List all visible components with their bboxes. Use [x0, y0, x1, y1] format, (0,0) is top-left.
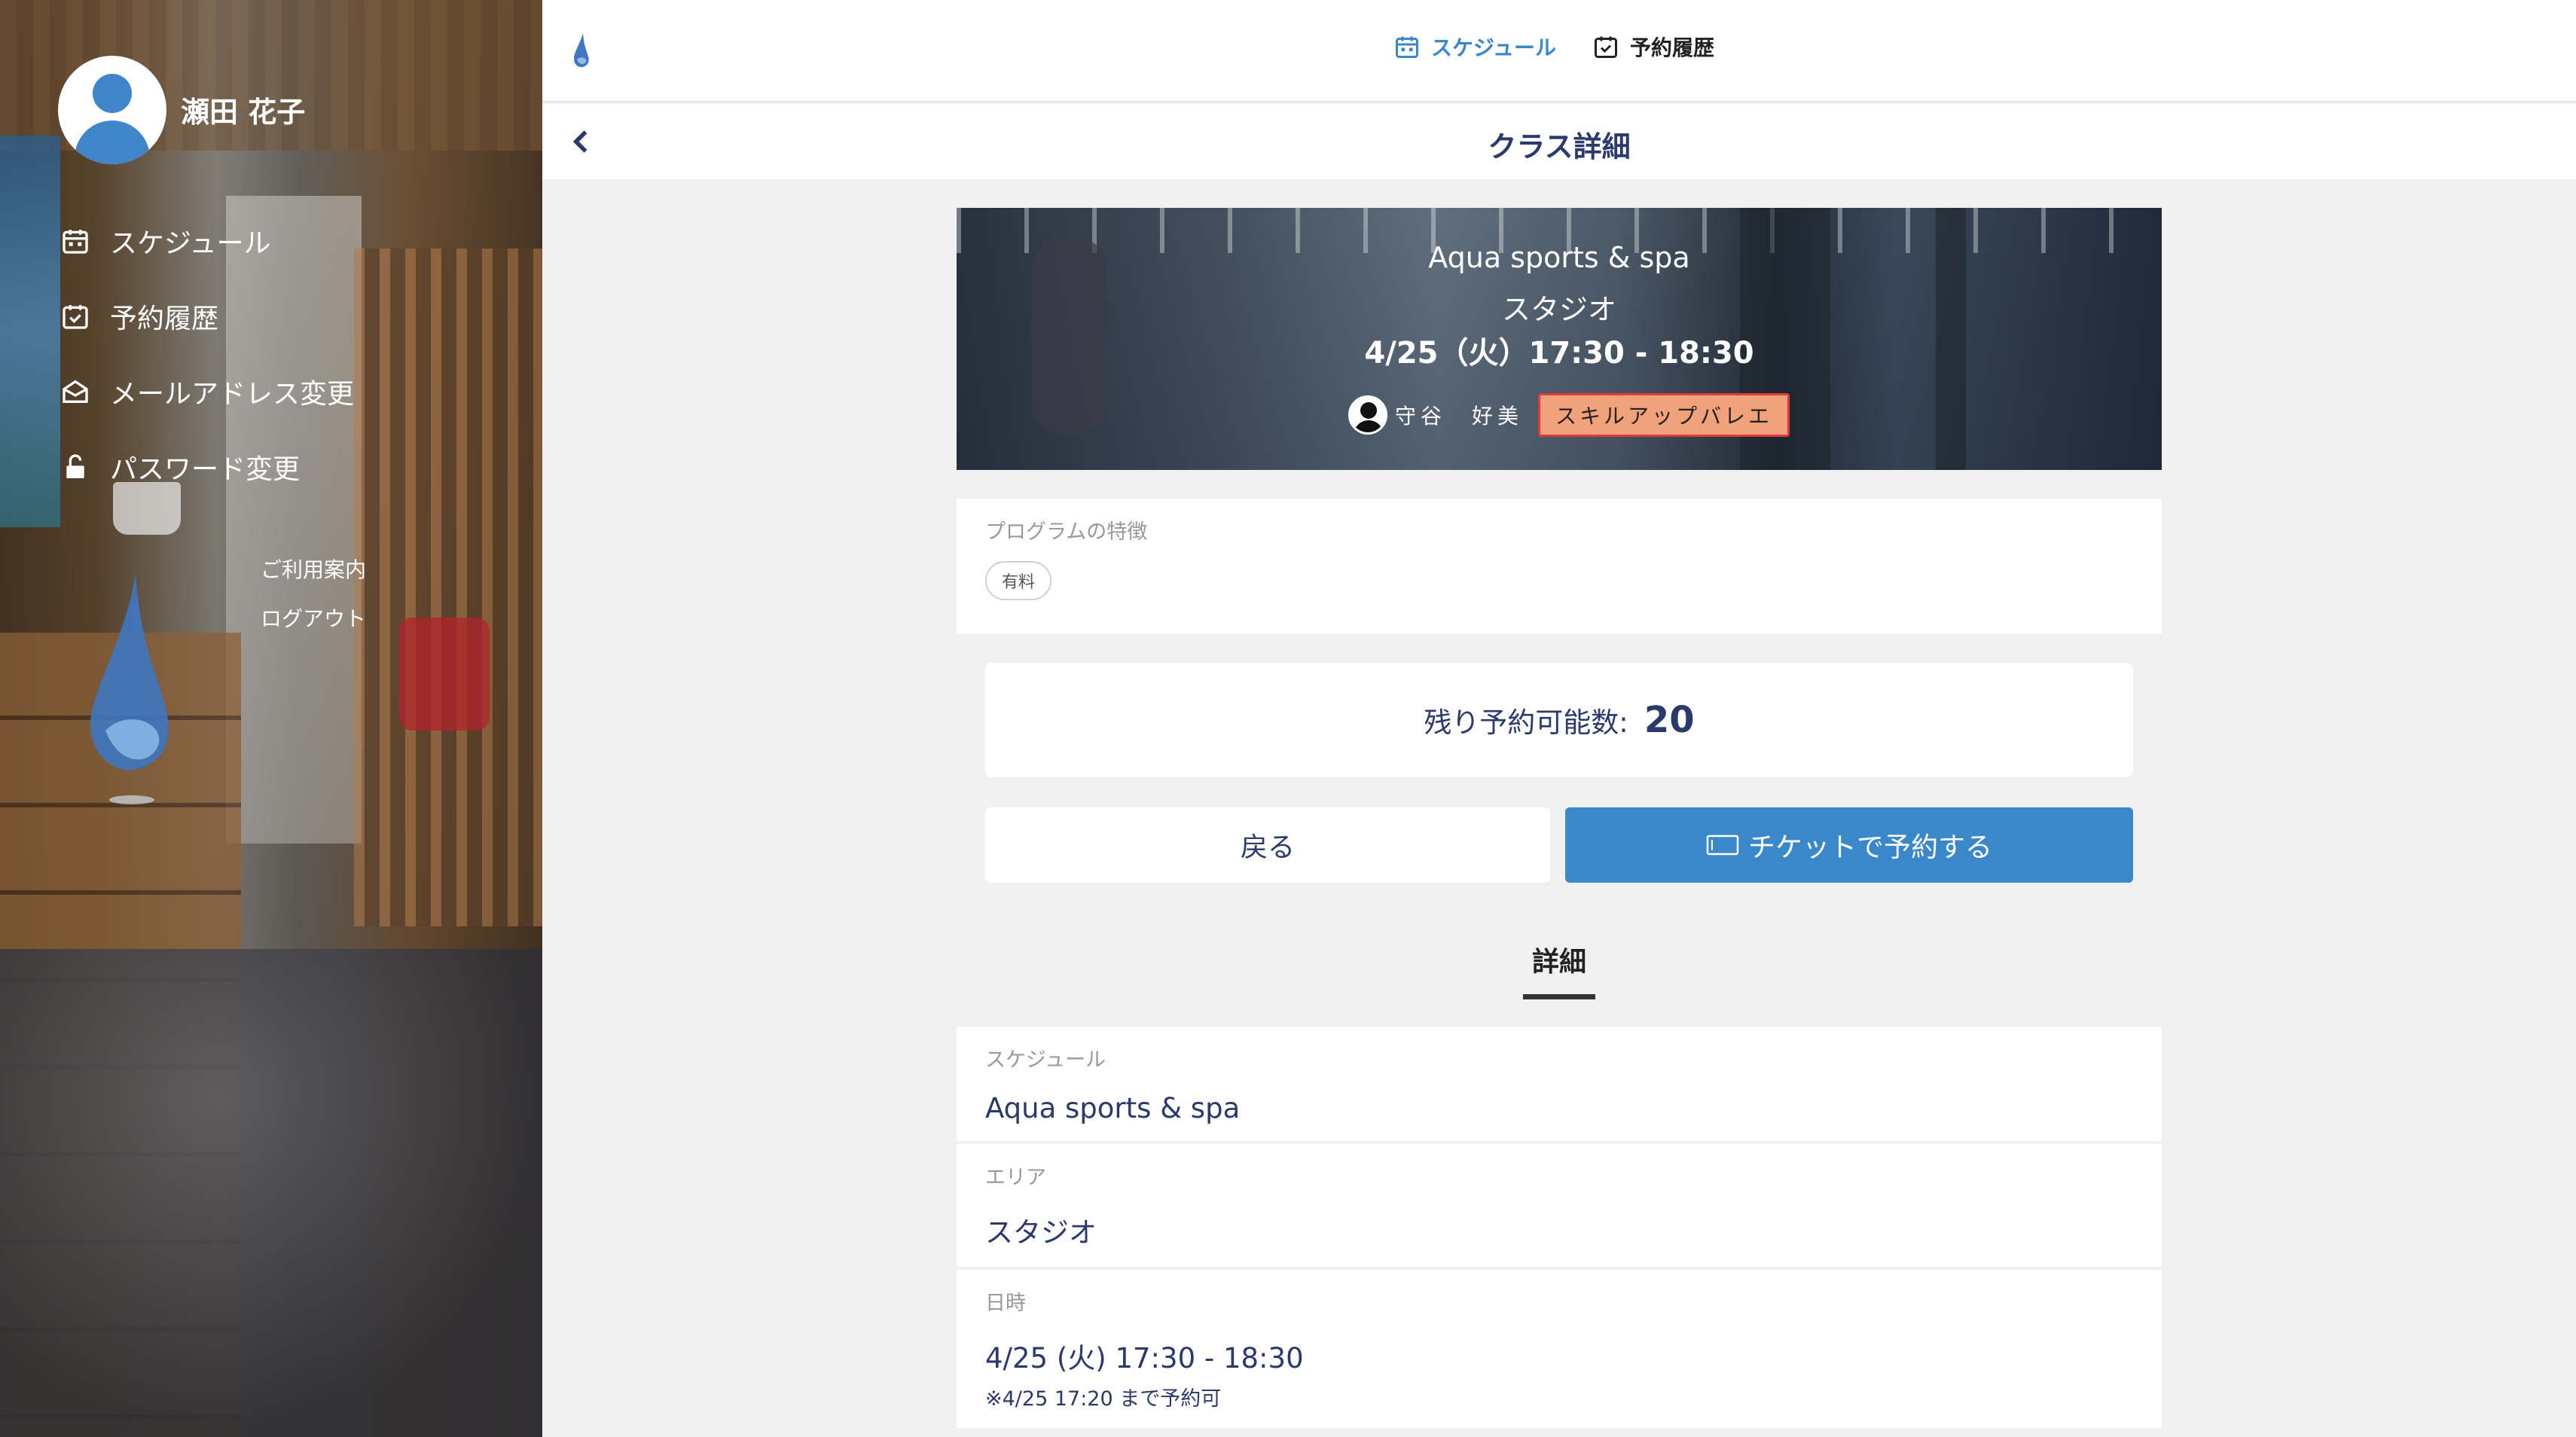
tab-label: スケジュール — [1431, 35, 1557, 60]
remaining-slots: 残り予約可能数: 20 — [985, 663, 2133, 777]
top-bar: スケジュール 予約履歴 — [542, 0, 2576, 102]
sidebar-item-label: パスワード変更 — [110, 454, 301, 485]
detail-label: エリア — [985, 1166, 1046, 1189]
action-buttons: 戻る チケットで予約する — [985, 807, 2133, 883]
program-features: プログラムの特徴 有料 — [957, 499, 2162, 634]
fee-chip: 有料 — [985, 561, 1052, 600]
class-detail: Aqua sports & spa スタジオ 4/25（火）17:30 - 18… — [957, 208, 2162, 1428]
booking-deadline-note: ※4/25 17:20 まで予約可 — [985, 1387, 1222, 1411]
details-underline — [1523, 994, 1595, 999]
hero-datetime: 4/25（火）17:30 - 18:30 — [1364, 336, 1754, 371]
sidebar: 瀬田 花子 スケジュール 予約履歴 メールアドレス変更 パスワード変更 ご利用案… — [0, 0, 542, 1437]
remaining-label: 残り予約可能数: — [1424, 706, 1628, 739]
class-hero-banner: Aqua sports & spa スタジオ 4/25（火）17:30 - 18… — [957, 208, 2162, 470]
logo-icon — [90, 572, 169, 804]
hero-meta: 守谷 好美 スキルアップバレエ — [1348, 393, 1790, 437]
sidebar-item-email[interactable]: メールアドレス変更 — [60, 354, 354, 429]
hero-location: Aqua sports & spa — [1428, 241, 1690, 274]
sidebar-item-label: スケジュール — [110, 228, 271, 259]
detail-value: スタジオ — [985, 1216, 1097, 1249]
book-button-label: チケットで予約する — [1747, 832, 1992, 863]
logo-icon[interactable] — [571, 33, 592, 69]
detail-row-schedule: スケジュール Aqua sports & spa — [957, 1027, 2162, 1141]
detail-label: スケジュール — [985, 1048, 1106, 1072]
details-heading: 詳細 — [1531, 947, 1586, 978]
calendar-check-icon — [63, 305, 88, 329]
sidebar-item-label: 予約履歴 — [110, 304, 219, 334]
detail-value: 4/25 (火) 17:30 - 18:30 — [985, 1342, 1304, 1374]
book-with-ticket-button[interactable]: チケットで予約する — [1565, 807, 2133, 883]
page-header: クラス詳細 — [542, 104, 2576, 179]
top-tabs: スケジュール 予約履歴 — [1393, 32, 1750, 62]
ticket-icon — [1706, 834, 1739, 856]
sidebar-item-password[interactable]: パスワード変更 — [60, 429, 354, 505]
avatar — [58, 56, 166, 164]
tab-history[interactable]: 予約履歴 — [1592, 32, 1714, 62]
sidebar-item-history[interactable]: 予約履歴 — [60, 279, 354, 354]
calendar-icon — [1396, 36, 1418, 58]
envelope-open-icon — [63, 380, 88, 403]
tab-label: 予約履歴 — [1630, 35, 1715, 60]
detail-value: Aqua sports & spa — [985, 1092, 1241, 1124]
hero-area: スタジオ — [1501, 293, 1616, 326]
guide-link[interactable]: ご利用案内 — [261, 554, 366, 584]
features-label: プログラムの特徴 — [985, 520, 1148, 544]
calendar-icon — [63, 230, 88, 254]
instructor-avatar — [1348, 395, 1387, 435]
logout-link[interactable]: ログアウト — [261, 603, 366, 633]
unlock-icon — [66, 454, 84, 478]
detail-row-datetime: 日時 4/25 (火) 17:30 - 18:30 ※4/25 17:20 まで… — [957, 1270, 2162, 1428]
user-name: 瀬田 花子 — [181, 96, 306, 129]
back-button[interactable]: 戻る — [985, 807, 1550, 883]
detail-row-area: エリア スタジオ — [957, 1144, 2162, 1267]
sidebar-item-label: メールアドレス変更 — [110, 379, 355, 410]
instructor-name: 守谷 好美 — [1395, 404, 1524, 429]
tab-schedule[interactable]: スケジュール — [1393, 32, 1556, 62]
detail-label: 日時 — [985, 1292, 1026, 1315]
sidebar-item-schedule[interactable]: スケジュール — [60, 203, 354, 279]
sidebar-nav: スケジュール 予約履歴 メールアドレス変更 パスワード変更 — [60, 203, 354, 505]
page-title: クラス詳細 — [1488, 130, 1631, 163]
calendar-check-icon — [1595, 36, 1618, 58]
remaining-count: 20 — [1644, 699, 1695, 741]
genre-tag: スキルアップバレエ — [1538, 393, 1790, 437]
